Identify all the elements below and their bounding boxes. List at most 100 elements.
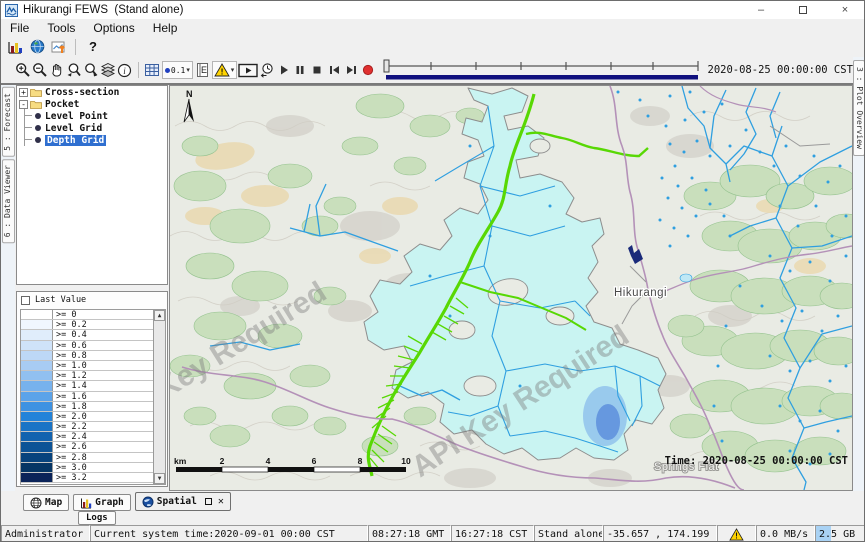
pan-button[interactable] bbox=[49, 60, 66, 80]
collapse-icon[interactable]: - bbox=[19, 100, 28, 109]
map-view[interactable]: API Key Required API Key Required Hikura… bbox=[169, 85, 853, 491]
go-to-start-button[interactable] bbox=[326, 60, 343, 80]
dot-icon bbox=[164, 67, 171, 74]
legend-panel-button[interactable]: E bbox=[194, 60, 211, 80]
legend-row: >= 2.8 bbox=[21, 453, 165, 463]
tree-item-label: Pocket bbox=[45, 99, 79, 110]
legend-table: >= 0 >= 0.2 >= 0.4 >= 0.6 >= 0.8 >= 1.0 … bbox=[20, 309, 166, 485]
status-warning[interactable]: ! bbox=[717, 525, 756, 542]
data-viewer-panel: + Cross-section - Pocket Level Point Lev… bbox=[15, 85, 169, 491]
close-panel-icon[interactable]: ✕ bbox=[218, 496, 224, 507]
animation-button[interactable] bbox=[238, 60, 258, 80]
filter-tree: + Cross-section - Pocket Level Point Lev… bbox=[16, 85, 168, 285]
legend-row: >= 2.6 bbox=[21, 442, 165, 452]
zoom-next-button[interactable] bbox=[83, 60, 100, 80]
tree-item-label: Level Grid bbox=[45, 123, 102, 134]
play-button[interactable] bbox=[275, 60, 292, 80]
scroll-up-icon[interactable]: ▲ bbox=[154, 310, 165, 321]
last-value-checkbox[interactable] bbox=[21, 296, 30, 305]
zoom-out-icon bbox=[32, 62, 48, 78]
record-button[interactable] bbox=[360, 60, 377, 80]
legend-row: >= 1.8 bbox=[21, 402, 165, 412]
tree-item-pocket[interactable]: - Pocket bbox=[17, 98, 167, 110]
skip-end-icon bbox=[345, 64, 358, 76]
help-button[interactable]: ? bbox=[81, 39, 105, 54]
minimize-button[interactable]: – bbox=[740, 1, 782, 19]
legend-swatch bbox=[21, 473, 53, 482]
tab-forecast[interactable]: 5 : Forecast bbox=[2, 87, 15, 157]
close-button[interactable]: × bbox=[824, 1, 865, 19]
map-canvas[interactable]: API Key Required API Key Required Hikura… bbox=[170, 86, 852, 490]
maximize-icon bbox=[799, 6, 807, 14]
legend-swatch bbox=[21, 361, 53, 370]
info-icon: i bbox=[117, 63, 132, 78]
tab-spatial[interactable]: Spatial ✕ bbox=[135, 492, 231, 511]
title-bar[interactable]: Hikurangi FEWS (Stand alone) – × bbox=[1, 1, 865, 19]
time-slider[interactable] bbox=[383, 58, 701, 82]
logs-button[interactable]: Logs bbox=[78, 511, 116, 525]
hand-icon bbox=[49, 62, 65, 78]
status-system-time: Current system time:2020-09-01 00:00 CST bbox=[90, 525, 368, 542]
tree-item-level-point[interactable]: Level Point bbox=[17, 110, 167, 122]
maximize-button[interactable] bbox=[782, 1, 824, 19]
layers-button[interactable] bbox=[99, 60, 116, 80]
legend-swatch bbox=[21, 463, 53, 472]
svg-text:N: N bbox=[186, 89, 193, 99]
tab-data-viewer[interactable]: 6 : Data Viewer bbox=[2, 159, 15, 243]
svg-text:2: 2 bbox=[220, 456, 225, 466]
tab-label: Map bbox=[45, 497, 62, 508]
legend-row: >= 1.0 bbox=[21, 361, 165, 371]
timer-button[interactable] bbox=[258, 60, 275, 80]
legend-row: >= 2.4 bbox=[21, 432, 165, 442]
display-tab-bar: Map Graph Spatial ✕ bbox=[1, 491, 865, 511]
status-gmt-time: 08:27:18 GMT bbox=[368, 525, 451, 542]
legend-swatch bbox=[21, 392, 53, 401]
tree-item-cross-section[interactable]: + Cross-section bbox=[17, 86, 167, 98]
legend-row: >= 1.2 bbox=[21, 371, 165, 381]
tab-label: Graph bbox=[95, 497, 124, 508]
map-display-button[interactable] bbox=[26, 37, 48, 57]
tree-item-level-grid[interactable]: Level Grid bbox=[17, 122, 167, 134]
stop-button[interactable] bbox=[309, 60, 326, 80]
zoom-previous-button[interactable] bbox=[66, 60, 83, 80]
legend-row: >= 2.0 bbox=[21, 412, 165, 422]
svg-text:!: ! bbox=[220, 67, 223, 77]
svg-text:!: ! bbox=[734, 531, 739, 540]
right-tab-strip: 3 : Plot Overview bbox=[853, 57, 865, 491]
stop-icon bbox=[311, 64, 323, 76]
menu-options[interactable]: Options bbox=[84, 19, 143, 36]
zoom-out-button[interactable] bbox=[32, 60, 49, 80]
menu-file[interactable]: File bbox=[1, 19, 38, 36]
maximize-panel-icon[interactable] bbox=[205, 498, 212, 505]
tree-item-depth-grid[interactable]: Depth Grid bbox=[17, 134, 167, 146]
menu-tools[interactable]: Tools bbox=[38, 19, 84, 36]
info-button[interactable]: i bbox=[116, 60, 133, 80]
toolbar-separator bbox=[138, 62, 139, 78]
pause-button[interactable] bbox=[292, 60, 309, 80]
current-time-label: 2020-08-25 00:00:00 CST bbox=[708, 64, 853, 76]
legend-row: >= 0.6 bbox=[21, 341, 165, 351]
window-title: Hikurangi FEWS (Stand alone) bbox=[23, 4, 183, 16]
legend-row: >= 2.2 bbox=[21, 422, 165, 432]
legend-scrollbar[interactable]: ▲ ▼ bbox=[153, 310, 165, 484]
legend-row: >= 1.4 bbox=[21, 381, 165, 391]
tab-graph[interactable]: Graph bbox=[73, 494, 131, 511]
data-explorer-button[interactable] bbox=[4, 37, 26, 57]
scroll-down-icon[interactable]: ▼ bbox=[154, 473, 165, 484]
contour-interval-dropdown[interactable]: 0.1 ▾ bbox=[162, 61, 193, 79]
warning-thresholds-dropdown[interactable]: ! ▾ bbox=[212, 61, 238, 79]
go-to-end-button[interactable] bbox=[343, 60, 360, 80]
legend-row: >= 1.6 bbox=[21, 392, 165, 402]
app-icon bbox=[5, 4, 18, 17]
folder-icon bbox=[30, 87, 42, 97]
menu-help[interactable]: Help bbox=[144, 19, 187, 36]
expand-icon[interactable]: + bbox=[19, 88, 28, 97]
grid-display-button[interactable] bbox=[144, 60, 161, 80]
tab-plot-overview[interactable]: 3 : Plot Overview bbox=[853, 60, 865, 156]
small-lake bbox=[680, 274, 692, 282]
zoom-in-icon bbox=[15, 62, 31, 78]
tab-map[interactable]: Map bbox=[23, 494, 69, 511]
time-slider-thumb[interactable] bbox=[384, 60, 389, 72]
spatial-display-button[interactable] bbox=[48, 37, 70, 57]
zoom-in-button[interactable] bbox=[15, 60, 32, 80]
